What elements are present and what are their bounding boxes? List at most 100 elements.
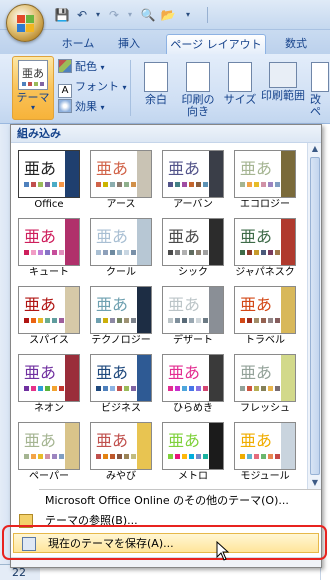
theme-name-label: Office [34,199,64,210]
theme-name-label: エコロジー [240,199,290,210]
redo-icon[interactable]: ↷ [106,7,122,23]
margins-button[interactable]: 余白 [136,58,176,118]
gallery-scrollbar[interactable]: ▲ ▼ [307,143,321,489]
chevron-down-icon: ▾ [100,103,105,112]
theme-color-swatches [168,182,210,187]
theme-item[interactable]: 亜あ トラベル [229,283,301,351]
theme-name-label: キュート [29,267,69,278]
theme-sample-text: 亜あ [96,227,129,246]
theme-accent-band [281,287,295,333]
theme-item[interactable]: 亜あクール [85,215,157,283]
quick-access-toolbar: 💾 ↶ ▾ ↷ ▾ 🔍 📂 ▾ [0,0,330,30]
tab-formulas[interactable]: 数式 [276,34,316,54]
gallery-section-header: 組み込み [11,125,321,143]
theme-name-label: ひらめき [173,403,213,414]
theme-item[interactable]: 亜あ ジャパネスク [229,215,301,283]
theme-item[interactable]: 亜あ ひらめき [157,351,229,419]
theme-color-swatches [96,454,138,459]
theme-thumbnail: 亜あ [234,150,296,198]
theme-sample-text: 亜あ [24,227,57,246]
theme-item[interactable]: 亜あ みやび [85,419,157,487]
theme-thumbnail: 亜あ [162,422,224,470]
print-area-label: 印刷範囲 [261,89,305,102]
tab-insert[interactable]: 挿入 [110,34,148,54]
theme-item[interactable]: 亜あ Office [13,147,85,215]
theme-name-label: メトロ [178,471,208,482]
print-preview-icon[interactable]: 🔍 [140,7,156,23]
colors-icon [58,59,72,73]
orientation-label-line2: 向き [187,105,209,118]
tab-page-layout[interactable]: ページ レイアウト [166,34,266,54]
scroll-down-icon[interactable]: ▼ [308,477,322,489]
breaks-button[interactable]: 改ペ [310,58,330,118]
save-icon[interactable]: 💾 [54,7,70,23]
theme-thumbnail: 亜あ [18,286,80,334]
theme-item[interactable]: 亜あ ペーパー [13,419,85,487]
scroll-up-icon[interactable]: ▲ [308,143,322,155]
redo-dropdown-icon[interactable]: ▾ [122,7,138,23]
theme-color-swatches [240,454,282,459]
theme-item[interactable]: 亜あ アース [85,147,157,215]
menu-item-label: Microsoft Office Online のその他のテーマ(O)... [45,494,289,507]
theme-thumbnail: 亜あ [90,218,152,266]
theme-item[interactable]: 亜あ モジュール [229,419,301,487]
theme-item[interactable]: 亜あ フレッシュ [229,351,301,419]
theme-sample-text: 亜あ [96,431,129,450]
theme-item[interactable]: 亜あ テクノロジー [85,283,157,351]
theme-effects-button[interactable]: 効果 ▾ [58,98,105,118]
theme-color-swatches [96,386,138,391]
themes-button[interactable]: 亜あ テーマ ▾ [12,56,54,120]
scrollbar-thumb[interactable] [310,157,320,475]
theme-item[interactable]: 亜あ スパイス [13,283,85,351]
undo-icon[interactable]: ↶ [74,7,90,23]
theme-item[interactable]: 亜あ エコロジー [229,147,301,215]
theme-fonts-button[interactable]: A フォント ▾ [58,78,127,98]
theme-sample-text: 亜あ [168,431,201,450]
theme-accent-band [281,219,295,265]
theme-color-swatches [168,454,210,459]
page-size-icon [228,62,252,92]
theme-item[interactable]: 亜あ アーバン [157,147,229,215]
theme-sample-text: 亜あ [96,295,129,314]
print-area-button[interactable]: 印刷範囲 [258,58,308,118]
tab-home[interactable]: ホーム [58,34,98,54]
menu-divider [39,489,321,490]
fonts-icon: A [58,84,72,98]
theme-item[interactable]: 亜あ シック [157,215,229,283]
theme-name-label: クール [106,267,136,278]
theme-accent-band [209,287,223,333]
ribbon-divider [130,60,131,116]
chevron-down-icon: ▾ [100,63,105,72]
office-button[interactable] [6,4,44,42]
theme-color-swatches [240,386,282,391]
undo-dropdown-icon[interactable]: ▾ [90,7,106,23]
theme-sample-text: 亜あ [24,295,57,314]
theme-accent-band [209,151,223,197]
open-folder-icon[interactable]: 📂 [160,7,176,23]
theme-name-label: シック [178,267,208,278]
theme-item[interactable]: 亜あ デザート [157,283,229,351]
theme-accent-band [65,151,79,197]
theme-item[interactable]: 亜あ ビジネス [85,351,157,419]
ribbon-panel: 亜あ テーマ ▾ 配色 ▾ A フォント ▾ 効果 ▾ 余白 印刷の 向き サイズ… [0,54,330,124]
theme-item[interactable]: 亜あメトロ [157,419,229,487]
theme-item[interactable]: 亜あキュート [13,215,85,283]
theme-thumbnail: 亜あ [234,354,296,402]
menu-item-online-themes[interactable]: Microsoft Office Online のその他のテーマ(O)... [11,491,321,511]
size-button[interactable]: サイズ [220,58,260,118]
theme-thumbnail: 亜あ [90,422,152,470]
theme-accent-band [65,355,79,401]
theme-thumbnail: 亜あ [162,218,224,266]
themes-gallery-dropdown: 組み込み 亜あ Office 亜あ アース 亜あ アーバン 亜あ エコロジー 亜あ キュート 亜あク… [10,124,322,568]
theme-item[interactable]: 亜あ ネオン [13,351,85,419]
theme-colors-button[interactable]: 配色 ▾ [58,58,105,78]
theme-color-swatches [96,250,138,255]
theme-name-label: フレッシュ [240,403,290,414]
theme-color-swatches [240,318,282,323]
highlight-annotation [2,525,327,560]
theme-color-swatches [168,318,210,323]
theme-color-swatches [24,250,66,255]
customize-toolbar-icon[interactable]: ▾ [180,7,196,23]
theme-name-label: アーバン [173,199,213,210]
orientation-button[interactable]: 印刷の 向き [176,58,220,118]
